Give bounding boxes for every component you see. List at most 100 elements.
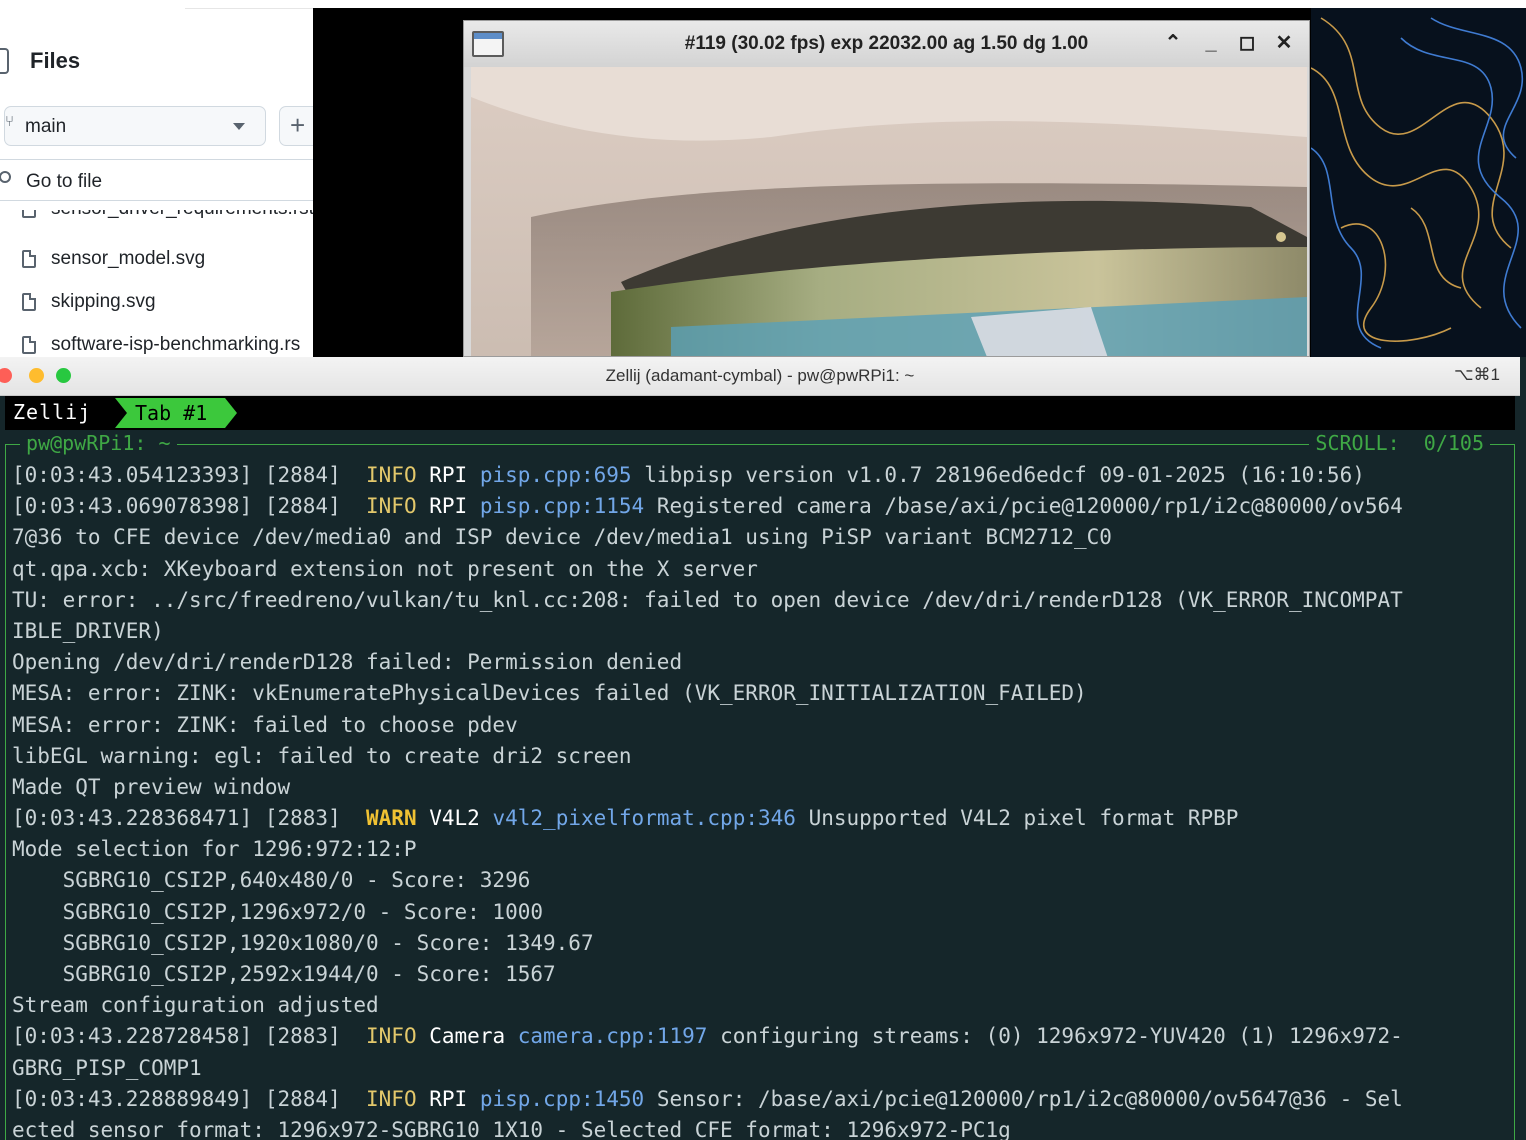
terminal-line: SGBRG10_CSI2P,1920x1080/0 - Score: 1349.…: [12, 928, 1522, 959]
terminal-line: [0:03:43.054123393] [2884] INFO RPI pisp…: [12, 460, 1522, 491]
zellij-tab-bar: Zellij Tab #1: [5, 396, 1515, 430]
file-icon: [22, 250, 36, 268]
log-source: pisp.cpp:1154: [479, 494, 645, 519]
terminal-line: MESA: error: ZINK: failed to choose pdev: [12, 710, 1522, 741]
shade-button[interactable]: ⌃: [1161, 31, 1185, 55]
files-title: Files: [30, 48, 81, 73]
maximize-button[interactable]: ◻: [1235, 31, 1259, 55]
pane-title: pw@pwRPi1: ~: [20, 431, 177, 455]
camera-feed: [471, 67, 1307, 356]
terminal-line: [0:03:43.069078398] [2884] INFO RPI pisp…: [12, 491, 1522, 522]
sidebar-collapse-icon[interactable]: [0, 48, 9, 74]
log-text: libEGL warning: egl: failed to create dr…: [12, 743, 632, 768]
log-message: Registered camera /base/axi/pcie@120000/…: [644, 494, 1403, 519]
terminal-line: IBLE_DRIVER): [12, 616, 1522, 647]
go-to-file-input[interactable]: Go to file: [0, 159, 313, 201]
terminal-line: SGBRG10_CSI2P,640x480/0 - Score: 3296: [12, 865, 1522, 896]
log-timestamp: [0:03:43.228728458] [2883]: [12, 1024, 367, 1049]
terminal-line: TU: error: ../src/freedreno/vulkan/tu_kn…: [12, 585, 1522, 616]
log-level: WARN: [366, 806, 417, 831]
log-timestamp: [0:03:43.228889849] [2884]: [12, 1086, 367, 1111]
terminal-title: Zellij (adamant-cymbal) - pw@pwRPi1: ~: [605, 366, 915, 385]
log-text: GBRG_PISP_COMP1: [12, 1055, 202, 1080]
log-source: v4l2_pixelformat.cpp:346: [492, 806, 796, 831]
log-text: ected sensor format: 1296x972-SGBRG10_1X…: [12, 1117, 1011, 1140]
terminal-line: Made QT preview window: [12, 772, 1522, 803]
terminal-output[interactable]: [0:03:43.054123393] [2884] INFO RPI pisp…: [12, 460, 1522, 1140]
log-message: Unsupported V4L2 pixel format RPBP: [795, 806, 1239, 831]
branch-selector[interactable]: ⑂ main: [4, 106, 266, 146]
terminal-line: MESA: error: ZINK: vkEnumeratePhysicalDe…: [12, 678, 1522, 709]
log-source: pisp.cpp:1450: [479, 1086, 645, 1111]
log-text: Made QT preview window: [12, 774, 291, 799]
file-name: skipping.svg: [51, 291, 156, 312]
terminal-line: [0:03:43.228368471] [2883] WARN V4L2 v4l…: [12, 803, 1522, 834]
log-text: IBLE_DRIVER): [12, 618, 164, 643]
terminal-titlebar[interactable]: Zellij (adamant-cymbal) - pw@pwRPi1: ~ ⌥…: [0, 357, 1520, 396]
log-source: pisp.cpp:695: [479, 463, 632, 487]
terminal-line: 7@36 to CFE device /dev/media0 and ISP d…: [12, 522, 1522, 553]
minimize-button[interactable]: _: [1199, 31, 1223, 55]
terminal-window[interactable]: Zellij (adamant-cymbal) - pw@pwRPi1: ~ ⌥…: [0, 357, 1526, 1140]
file-name: software-isp-benchmarking.rs: [51, 334, 301, 355]
log-source: camera.cpp:1197: [517, 1024, 708, 1049]
camera-preview-window[interactable]: #119 (30.02 fps) exp 22032.00 ag 1.50 dg…: [463, 20, 1310, 357]
search-icon: [0, 171, 11, 183]
zellij-label: Zellij: [13, 400, 92, 424]
terminal-line: Opening /dev/dri/renderD128 failed: Perm…: [12, 647, 1522, 678]
window-shortcut: ⌥⌘1: [1453, 365, 1500, 384]
file-item[interactable]: sensor_model.svg: [18, 247, 313, 277]
log-timestamp: [0:03:43.069078398] [2884]: [12, 494, 367, 519]
git-branch-icon: ⑂: [5, 113, 15, 130]
chevron-down-icon: [233, 123, 245, 130]
file-icon: [22, 293, 36, 311]
terminal-line: SGBRG10_CSI2P,2592x1944/0 - Score: 1567: [12, 959, 1522, 990]
terminal-line: SGBRG10_CSI2P,1296x972/0 - Score: 1000: [12, 897, 1522, 928]
log-text: Mode selection for 1296:972:12:P: [12, 837, 417, 862]
log-text: SGBRG10_CSI2P,1920x1080/0 - Score: 1349.…: [12, 930, 594, 955]
log-text: SGBRG10_CSI2P,1296x972/0 - Score: 1000: [12, 899, 544, 924]
log-timestamp: [0:03:43.228368471] [2883]: [12, 806, 367, 831]
terminal-line: libEGL warning: egl: failed to create dr…: [12, 741, 1522, 772]
log-timestamp: [0:03:43.054123393] [2884]: [12, 463, 367, 487]
log-message: libpisp version v1.0.7 28196ed6edcf 09-0…: [631, 463, 1365, 487]
terminal-line: ected sensor format: 1296x972-SGBRG10_1X…: [12, 1115, 1522, 1140]
terminal-line: [0:03:43.228728458] [2883] INFO Camera c…: [12, 1021, 1522, 1052]
log-category: RPI: [429, 1086, 468, 1111]
terminal-line: Stream configuration adjusted: [12, 990, 1522, 1021]
log-category: RPI: [429, 494, 468, 519]
terminal-line: [0:03:43.228889849] [2884] INFO RPI pisp…: [12, 1084, 1522, 1115]
terminal-line: qt.qpa.xcb: XKeyboard extension not pres…: [12, 554, 1522, 585]
divider: [185, 8, 313, 9]
log-text: MESA: error: ZINK: vkEnumeratePhysicalDe…: [12, 681, 1087, 706]
go-to-file-placeholder: Go to file: [26, 171, 103, 192]
log-text: Opening /dev/dri/renderD128 failed: Perm…: [12, 650, 683, 675]
log-text: Stream configuration adjusted: [12, 993, 379, 1018]
file-item-partial[interactable]: sensor_driver_requirements.rst: [18, 210, 313, 224]
camera-frame-image: [471, 67, 1307, 356]
log-category: RPI: [429, 463, 468, 487]
log-text: 7@36 to CFE device /dev/media0 and ISP d…: [12, 525, 1112, 550]
log-text: SGBRG10_CSI2P,2592x1944/0 - Score: 1567: [12, 962, 556, 986]
terminal-line: Mode selection for 1296:972:12:P: [12, 834, 1522, 865]
log-level: INFO: [366, 494, 417, 519]
add-file-button[interactable]: +: [279, 106, 313, 146]
file-icon: [22, 210, 36, 218]
file-icon: [22, 336, 36, 354]
tab-1[interactable]: Tab #1: [115, 398, 238, 428]
close-button[interactable]: ✕: [1272, 31, 1296, 55]
log-level: INFO: [366, 1024, 417, 1049]
log-category: Camera: [429, 1024, 506, 1049]
file-item[interactable]: skipping.svg: [18, 290, 313, 320]
scroll-indicator: SCROLL: 0/105: [1309, 431, 1490, 455]
log-message: Sensor: /base/axi/pcie@120000/rp1/i2c@80…: [644, 1086, 1403, 1111]
file-item[interactable]: software-isp-benchmarking.rs: [18, 333, 313, 357]
file-name: sensor_driver_requirements.rst: [51, 210, 313, 220]
files-panel: Files ⑂ main + Go to file sensor_driver_…: [0, 0, 313, 357]
log-text: qt.qpa.xcb: XKeyboard extension not pres…: [12, 556, 758, 581]
log-category: V4L2: [429, 806, 480, 831]
log-text: MESA: error: ZINK: failed to choose pdev: [12, 712, 518, 737]
file-name: sensor_model.svg: [51, 248, 206, 269]
window-titlebar[interactable]: #119 (30.02 fps) exp 22032.00 ag 1.50 dg…: [464, 21, 1309, 67]
branch-name: main: [25, 116, 67, 137]
